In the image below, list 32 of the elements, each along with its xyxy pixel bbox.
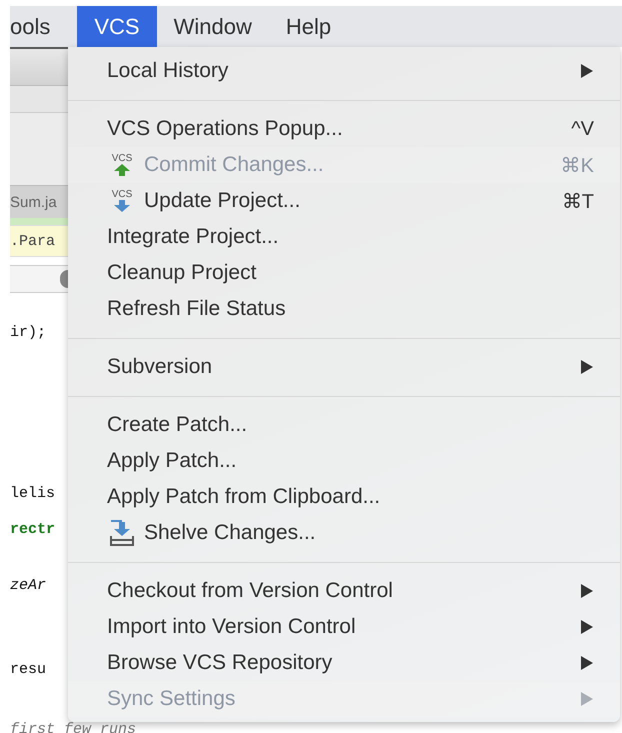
shortcut-label: ⌘T [562,190,594,214]
editor-tab[interactable]: Sum.ja [10,185,68,218]
shelve-icon [108,519,136,547]
menu-item[interactable]: Create Patch... [68,407,620,443]
shortcut-label: ^V [571,118,594,140]
menu-item[interactable]: VCS Update Project... ⌘T [68,183,620,219]
breadcrumb[interactable]: .Para [10,225,68,257]
menu-item[interactable]: VCS Operations Popup... ^V [68,111,620,147]
code-text: rectr [10,521,56,538]
tab-underline [10,218,68,225]
code-text: resu [10,661,46,678]
menu-item[interactable]: Subversion [68,349,620,385]
menu-item[interactable]: Import into Version Control [68,609,620,645]
code-text: ir); [10,324,46,341]
code-text: lelis [10,485,56,502]
menu-item[interactable]: Apply Patch from Clipboard... [68,479,620,515]
shortcut-label: ⌘K [560,154,594,178]
toolbar-background [10,49,68,86]
menu-item[interactable]: Cleanup Project [68,255,620,291]
menu-title[interactable]: ools [10,6,68,47]
menu-title[interactable]: Help [268,6,348,47]
menu-title[interactable]: VCS [77,6,157,47]
menu-item[interactable]: Apply Patch... [68,443,620,479]
menu-item[interactable]: Browse VCS Repository [68,645,620,681]
menu-item[interactable]: Local History [68,53,620,89]
code-text: zeAr [10,577,46,594]
menu-title[interactable]: Window [156,6,269,47]
code-comment: first few runs [10,721,136,733]
menu-item[interactable]: Refresh File Status [68,291,620,327]
menu-item[interactable]: Shelve Changes... [68,515,620,551]
menu-item[interactable]: Checkout from Version Control [68,573,620,609]
menu-item[interactable]: Integrate Project... [68,219,620,255]
